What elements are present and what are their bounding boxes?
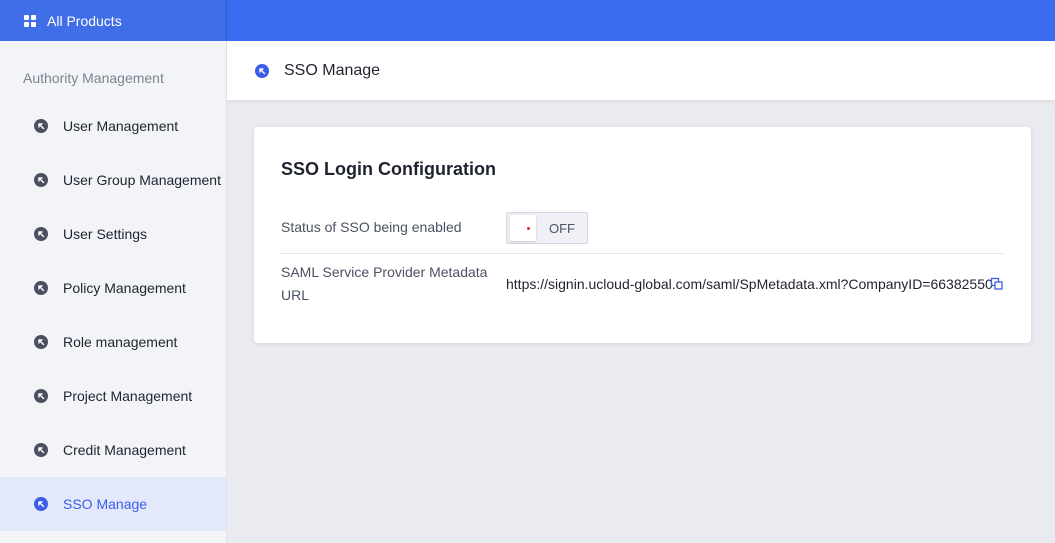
page-header: SSO Manage: [227, 41, 1055, 100]
arrow-circle-icon: [255, 63, 269, 78]
all-products-button[interactable]: All Products: [0, 0, 227, 41]
arrow-circle-icon: [34, 443, 48, 457]
status-dot-icon: [527, 227, 530, 230]
sso-status-label: Status of SSO being enabled: [281, 219, 462, 235]
top-bar: All Products: [0, 0, 1055, 41]
sso-enable-toggle[interactable]: OFF: [506, 212, 588, 244]
copy-icon[interactable]: [990, 277, 1004, 291]
arrow-circle-icon: [34, 227, 48, 241]
sidebar-item-user-management[interactable]: User Management: [0, 99, 226, 153]
metadata-url-value: https://signin.ucloud-global.com/saml/Sp…: [506, 276, 993, 292]
card-title: SSO Login Configuration: [281, 159, 496, 179]
sidebar-item-label: SSO Manage: [63, 496, 148, 512]
sidebar-item-credit-management[interactable]: Credit Management: [0, 423, 226, 477]
toggle-state-label: OFF: [549, 220, 575, 236]
sidebar-item-sso-manage[interactable]: SSO Manage: [0, 477, 226, 531]
arrow-circle-icon: [34, 173, 48, 187]
sidebar-item-label: User Settings: [63, 226, 148, 242]
sidebar-item-user-settings[interactable]: User Settings: [0, 207, 226, 261]
sidebar-item-role-management[interactable]: Role management: [0, 315, 226, 369]
arrow-circle-icon: [34, 389, 48, 403]
arrow-circle-icon: [34, 281, 48, 295]
sidebar-section-title: Authority Management: [23, 70, 164, 86]
all-products-label: All Products: [47, 12, 122, 29]
sidebar-item-label: User Management: [63, 118, 179, 134]
sidebar-item-label: Role management: [63, 334, 178, 350]
sidebar-item-label: Policy Management: [63, 280, 186, 296]
arrow-circle-icon: [34, 119, 48, 133]
sso-config-card: SSO Login Configuration Status of SSO be…: [254, 127, 1031, 343]
sidebar-item-label: Credit Management: [63, 442, 186, 458]
sidebar-item-policy-management[interactable]: Policy Management: [0, 261, 226, 315]
sidebar-item-user-group-management[interactable]: User Group Management: [0, 153, 226, 207]
sidebar: Authority Management User Management Use…: [0, 41, 227, 543]
sidebar-item-project-management[interactable]: Project Management: [0, 369, 226, 423]
sidebar-item-label: User Group Management: [63, 172, 221, 188]
grid-icon: [24, 14, 36, 27]
toggle-knob: [510, 215, 536, 241]
sidebar-item-label: Project Management: [63, 388, 193, 404]
page-title: SSO Manage: [284, 61, 381, 79]
arrow-circle-icon: [34, 497, 48, 511]
arrow-circle-icon: [34, 335, 48, 349]
metadata-url-label: SAML Service Provider Metadata URL: [281, 264, 488, 303]
divider: [281, 253, 1004, 254]
